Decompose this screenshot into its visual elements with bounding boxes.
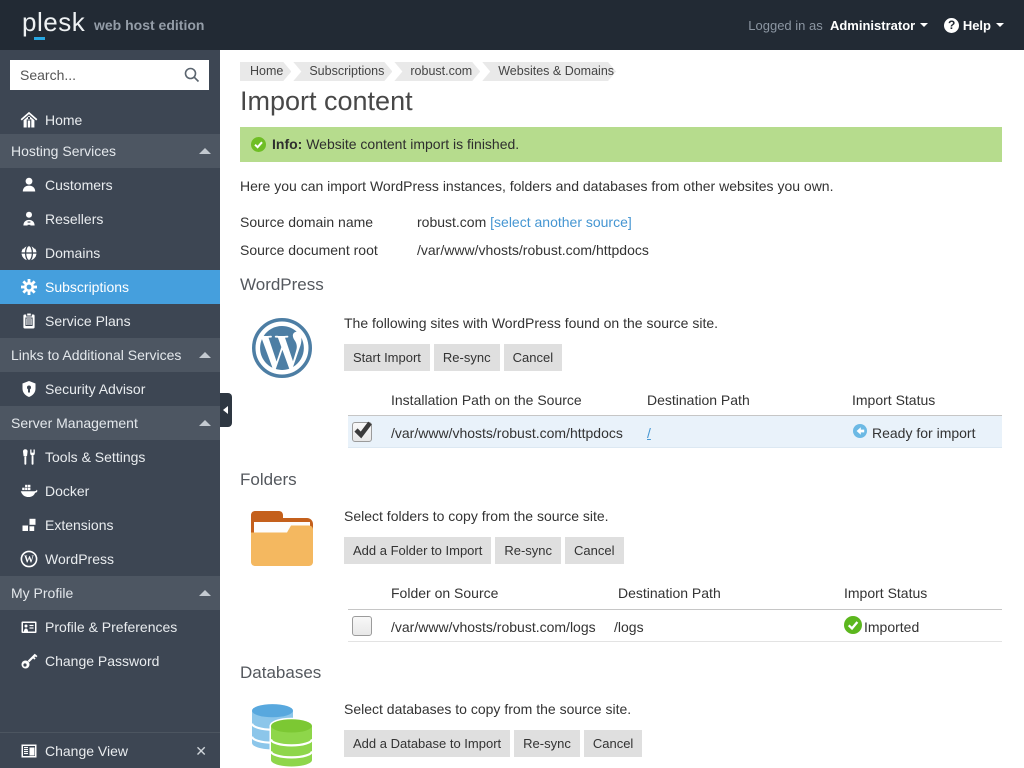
svg-text:W: W (24, 554, 34, 565)
